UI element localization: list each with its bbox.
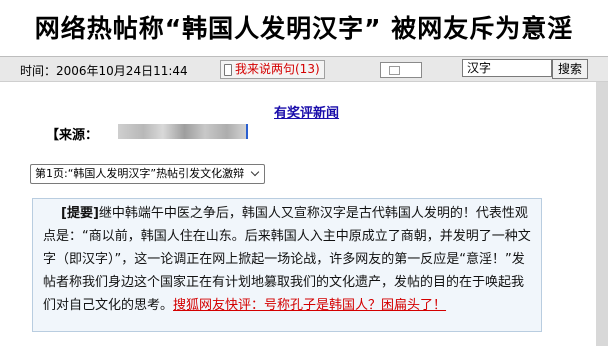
toolbar-mini-field[interactable] bbox=[380, 62, 422, 78]
source-redacted bbox=[118, 124, 248, 139]
article-headline: 网络热帖称“韩国人发明汉字” 被网友斥为意淫 bbox=[34, 14, 574, 43]
summary-label: [提要] bbox=[61, 206, 99, 221]
source-label: 【来源： bbox=[46, 128, 99, 143]
chevron-down-icon bbox=[250, 167, 260, 177]
document-icon bbox=[389, 66, 400, 75]
publish-time: 时间：2006年10月24日11:44 bbox=[20, 64, 188, 78]
comment-link[interactable]: 我来说两句(13) bbox=[220, 60, 325, 79]
page-select[interactable]: 第1页:“韩国人发明汉字”热帖引发文化激辩 bbox=[30, 164, 266, 184]
award-news-link[interactable]: 有奖评新闻 bbox=[274, 102, 339, 121]
quick-comment-link[interactable]: 搜狐网友快评：号称孔子是韩国人？困扁头了！ bbox=[173, 298, 446, 313]
article-toolbar: 时间：2006年10月24日11:44 我来说两句(13) 搜索 bbox=[0, 56, 608, 82]
page-select-value: 第1页:“韩国人发明汉字”热帖引发文化激辩 bbox=[35, 167, 245, 180]
pen-icon bbox=[224, 64, 232, 76]
search-input[interactable] bbox=[462, 59, 552, 77]
summary-box: [提要]继中韩端午中医之争后，韩国人又宣称汉字是古代韩国人发明的！代表性观点是：… bbox=[32, 198, 542, 332]
summary-text: 继中韩端午中医之争后，韩国人又宣称汉字是古代韩国人发明的！代表性观点是：“商以前… bbox=[43, 206, 531, 313]
comment-link-label: 我来说两句(13) bbox=[235, 62, 320, 76]
search-button[interactable]: 搜索 bbox=[552, 59, 588, 79]
right-gutter bbox=[596, 82, 608, 346]
source-line: 【来源： bbox=[46, 124, 248, 143]
